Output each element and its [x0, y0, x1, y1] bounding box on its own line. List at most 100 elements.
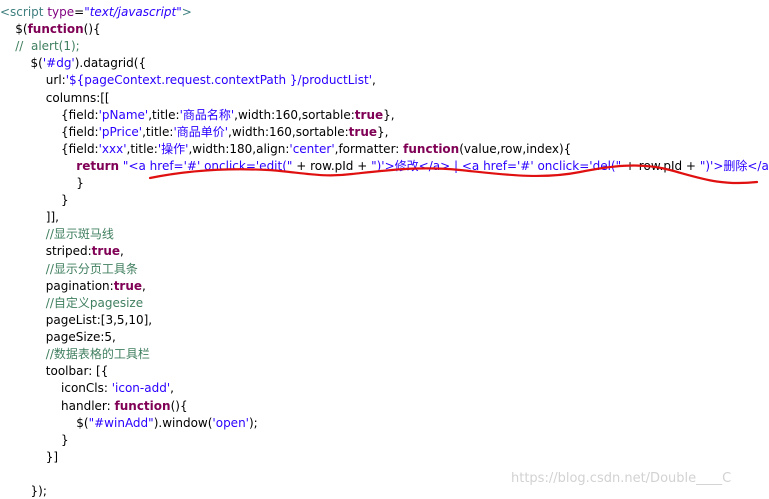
code-token: );	[248, 416, 258, 430]
code-token: }]	[0, 450, 59, 464]
code-token: iconCls:	[0, 381, 112, 395]
code-token: ,width:180,align:	[188, 142, 290, 156]
code-token: '操作'	[157, 142, 189, 156]
code-token: 'center'	[289, 142, 335, 156]
code-line: handler: function(){	[0, 397, 188, 415]
code-line: $(function(){	[0, 20, 101, 38]
code-line: url:'${pageContext.request.contextPath }…	[0, 71, 376, 89]
code-line: pageSize:5,	[0, 328, 116, 346]
code-token: "<a href='#' onclick='edit("	[122, 159, 293, 173]
code-token: 'open'	[212, 416, 249, 430]
code-token: ,title:	[126, 142, 158, 156]
code-token: true	[354, 108, 384, 122]
code-token: ,width:160,sortable:	[228, 125, 349, 139]
code-token: function	[114, 399, 171, 413]
code-token: }	[0, 433, 69, 447]
code-token: pagination:	[0, 279, 114, 293]
code-line: $("#winAdd").window('open');	[0, 414, 258, 432]
code-token: $(	[0, 22, 28, 36]
code-token: //数据表格的工具栏	[0, 347, 150, 361]
code-token: //自定义pagesize	[0, 296, 144, 310]
code-line: iconCls: 'icon-add',	[0, 379, 174, 397]
code-token: });	[0, 484, 47, 498]
code-editor[interactable]: <script type="text/javascript"> $(functi…	[0, 0, 769, 499]
code-token: function	[403, 142, 460, 156]
code-token: },	[377, 125, 389, 139]
code-token: 'xxx'	[98, 142, 127, 156]
code-token: handler:	[0, 399, 115, 413]
code-token: type	[47, 5, 75, 19]
code-token: ")'>修改</a> | <a href='#' onclick='del("	[371, 159, 622, 173]
code-token: 'pName'	[98, 108, 149, 122]
code-line: $('#dg').datagrid({	[0, 54, 147, 72]
code-token: ,title:	[148, 108, 180, 122]
code-token: },	[383, 108, 395, 122]
code-line: toolbar: [{	[0, 362, 109, 380]
code-token: true	[348, 125, 378, 139]
code-token: '商品名称'	[179, 108, 235, 122]
code-token: '商品单价'	[173, 125, 229, 139]
code-token: url:	[0, 73, 66, 87]
code-token: ,	[372, 73, 376, 87]
code-token: (){	[170, 399, 188, 413]
code-line: {field:'xxx',title:'操作',width:180,align:…	[0, 140, 571, 158]
code-token: }	[0, 176, 84, 190]
code-token: pageSize:5,	[0, 330, 116, 344]
code-token: {field:	[0, 125, 99, 139]
code-line: }	[0, 174, 84, 192]
code-token: {field:	[0, 108, 99, 122]
code-token: ,	[170, 381, 174, 395]
code-token: toolbar: [{	[0, 364, 109, 378]
code-token: true	[91, 244, 121, 258]
code-line: }	[0, 431, 69, 449]
code-line: <script type="text/javascript">	[0, 3, 192, 21]
code-token: ,	[120, 244, 124, 258]
code-token: "text/javascript"	[84, 5, 182, 19]
code-line: columns:[[	[0, 89, 110, 107]
code-token: return	[76, 159, 120, 173]
code-token: pageList:[3,5,10],	[0, 313, 153, 327]
code-line: }]	[0, 448, 58, 466]
code-token: //显示斑马线	[0, 227, 114, 241]
code-token: ,title:	[142, 125, 174, 139]
code-line: // alert(1);	[0, 37, 80, 55]
code-token: 'icon-add'	[111, 381, 171, 395]
code-token: ,	[142, 279, 146, 293]
code-line: //显示分页工具条	[0, 260, 138, 278]
code-line: return "<a href='#' onclick='edit(" + ro…	[0, 157, 769, 175]
code-token: '#dg'	[42, 56, 75, 70]
code-line: pagination:true,	[0, 277, 146, 295]
code-line: //显示斑马线	[0, 225, 114, 243]
code-token: //显示分页工具条	[0, 262, 138, 276]
code-token: '${pageContext.request.contextPath }/pro…	[65, 73, 373, 87]
code-token: striped:	[0, 244, 92, 258]
code-token: (){	[83, 22, 101, 36]
code-token: }	[0, 193, 69, 207]
code-token: (value,row,index){	[459, 142, 572, 156]
watermark: https://blog.csdn.net/Double____C	[511, 471, 732, 486]
code-token: >	[181, 5, 192, 19]
code-line: striped:true,	[0, 242, 124, 260]
code-line: {field:'pName',title:'商品名称',width:160,so…	[0, 106, 395, 124]
code-line: }	[0, 191, 69, 209]
code-token: true	[113, 279, 143, 293]
code-line: ]],	[0, 208, 59, 226]
code-token: ]],	[0, 210, 59, 224]
code-token: ")'>删除</a>"	[699, 159, 769, 173]
code-token: ,formatter:	[334, 142, 404, 156]
code-token: columns:[[	[0, 91, 110, 105]
code-token: + row.pId +	[621, 159, 700, 173]
code-token: $(	[0, 416, 89, 430]
code-token: $(	[0, 56, 43, 70]
code-line: {field:'pPrice',title:'商品单价',width:160,s…	[0, 123, 388, 141]
code-line: });	[0, 482, 47, 499]
code-token: =	[74, 5, 85, 19]
code-token: {field:	[0, 142, 99, 156]
code-token: ,width:160,sortable:	[234, 108, 355, 122]
code-token: 'pPrice'	[98, 125, 143, 139]
code-token: function	[27, 22, 84, 36]
code-token: // alert(1);	[0, 39, 80, 53]
code-token: <script	[0, 5, 48, 19]
code-token: ).datagrid({	[74, 56, 147, 70]
